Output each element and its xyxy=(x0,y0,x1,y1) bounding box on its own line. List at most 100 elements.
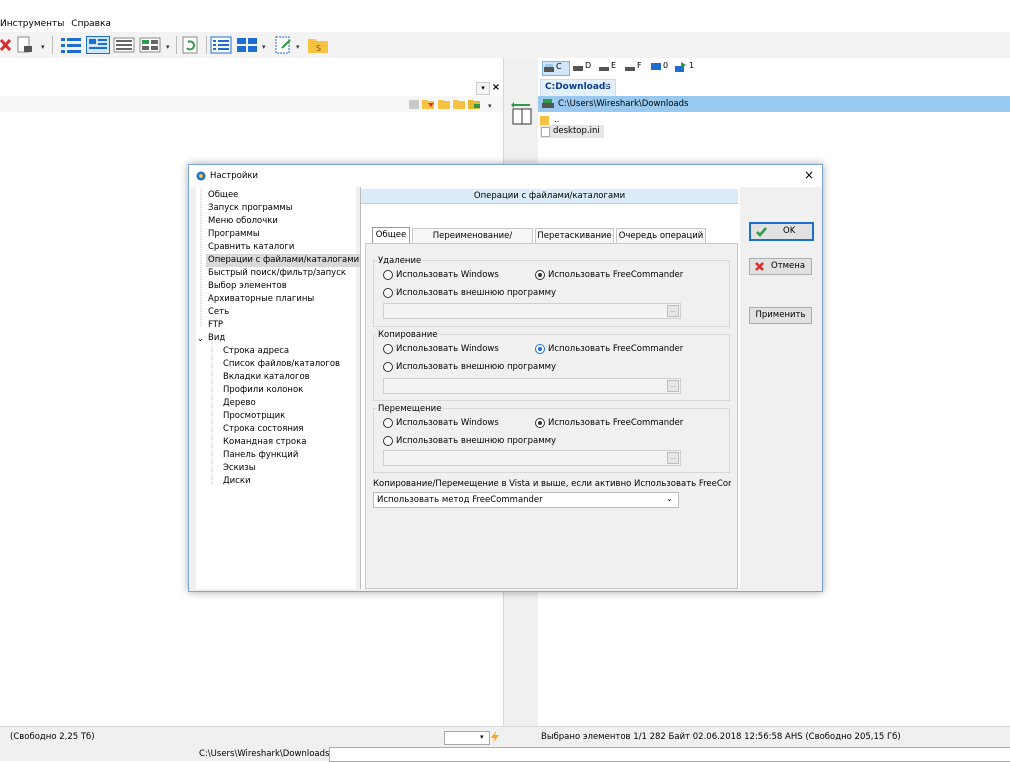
tree-item-view[interactable]: Вид xyxy=(208,332,225,345)
lightning-icon[interactable] xyxy=(489,731,501,743)
details-view-icon[interactable] xyxy=(86,36,110,54)
folder-toolbar-icons[interactable]: ▾ xyxy=(408,98,502,110)
filter-combo[interactable]: ▾ xyxy=(444,731,490,745)
drive-0-button[interactable]: 0 xyxy=(650,61,674,74)
tab-rename-create[interactable]: Переименование/Создание xyxy=(412,228,533,255)
tree-item-command-line[interactable]: Командная строка xyxy=(223,436,306,449)
drive-icon xyxy=(542,99,554,108)
address-bar[interactable]: C:\Users\Wireshark\Downloads xyxy=(538,96,1010,112)
chevron-down-icon: ⌄ xyxy=(666,494,673,503)
left-status-text: (Свободно 2,25 Тб) xyxy=(10,732,95,742)
command-input[interactable] xyxy=(329,747,1010,762)
cancel-button[interactable]: Отмена xyxy=(749,258,812,275)
tree-item-status-bar[interactable]: Строка состояния xyxy=(223,423,304,436)
drive-f-button[interactable]: F xyxy=(624,61,650,74)
tree-item-column-profiles[interactable]: Профили колонок xyxy=(223,384,303,397)
tree-item-address-bar[interactable]: Строка адреса xyxy=(223,345,289,358)
tree-item-tree[interactable]: Дерево xyxy=(223,397,256,410)
copy-external-radio[interactable] xyxy=(383,362,393,372)
move-program-field[interactable]: ... xyxy=(383,450,681,466)
tree-item-folder-tabs[interactable]: Вкладки каталогов xyxy=(223,371,310,384)
close-icon[interactable]: × xyxy=(804,168,814,182)
tree-item-quick-search[interactable]: Быстрый поиск/фильтр/запуск xyxy=(208,267,346,280)
tree-item-file-list[interactable]: Список файлов/каталогов xyxy=(223,358,340,371)
dialog-title: Настройки xyxy=(210,171,259,181)
apply-button[interactable]: Применить xyxy=(749,307,812,324)
copy-windows-radio[interactable] xyxy=(383,344,393,354)
tab-drag-drop[interactable]: Перетаскивание xyxy=(535,228,614,243)
tab-operation-queue[interactable]: Очередь операций xyxy=(616,228,706,243)
group-copy-label: Копирование xyxy=(377,330,439,340)
edit-document-icon[interactable] xyxy=(274,36,294,54)
tree-item-thumbnails[interactable]: Эскизы xyxy=(223,462,256,475)
copy-program-field[interactable]: ... xyxy=(383,378,681,394)
menu-tools[interactable]: Инструменты xyxy=(0,16,68,29)
drive-1-button[interactable]: 1 xyxy=(674,61,698,74)
chevron-down-icon[interactable]: ▾ xyxy=(296,43,300,51)
tab-downloads[interactable]: C:Downloads × xyxy=(540,79,616,96)
chevron-down-icon[interactable]: ▾ xyxy=(476,82,490,95)
tree-item-archive-plugins[interactable]: Архиваторные плагины xyxy=(208,293,314,306)
tree-item-network[interactable]: Сеть xyxy=(208,306,229,319)
tree-item-startup[interactable]: Запуск программы xyxy=(208,202,293,215)
drive-icon xyxy=(544,64,554,72)
tab-general[interactable]: Общее xyxy=(372,227,410,244)
drive-c-button[interactable]: C xyxy=(542,61,570,76)
tree-item-compare[interactable]: Сравнить каталоги xyxy=(208,241,294,254)
list-view-icon[interactable] xyxy=(113,36,135,54)
ok-button[interactable]: OK xyxy=(749,222,814,241)
copy-external-label: Использовать внешнюю программу xyxy=(396,362,557,372)
delete-external-radio[interactable] xyxy=(383,288,393,298)
search-file-icon[interactable] xyxy=(16,36,38,54)
chevron-down-icon[interactable]: ▾ xyxy=(166,43,170,51)
tree-item-file-operations[interactable]: Операции с файлами/каталогами xyxy=(206,254,362,267)
drive-icon xyxy=(573,66,583,71)
drive-d-button[interactable]: D xyxy=(572,61,598,74)
browse-button[interactable]: ... xyxy=(667,380,679,392)
tree-view-icon[interactable] xyxy=(60,36,82,54)
close-icon[interactable]: × xyxy=(490,82,502,93)
file-row-desktop-ini[interactable]: desktop.ini xyxy=(540,125,604,138)
drive-bar: C D E F 0 1 xyxy=(538,60,1010,76)
delete-program-field[interactable]: ... xyxy=(383,303,681,319)
browse-button[interactable]: ... xyxy=(667,452,679,464)
folder-s-icon[interactable]: S xyxy=(307,36,329,54)
checklist-icon[interactable] xyxy=(210,36,232,54)
tree-item-general[interactable]: Общее xyxy=(208,189,238,202)
layout-panels-icon[interactable] xyxy=(236,36,258,54)
tree-item-selection[interactable]: Выбор элементов xyxy=(208,280,287,293)
chevron-down-icon[interactable]: ⌄ xyxy=(197,332,204,345)
gear-icon xyxy=(196,171,206,181)
browse-button[interactable]: ... xyxy=(667,305,679,317)
copy-fc-radio[interactable] xyxy=(535,344,545,354)
tree-item-programs[interactable]: Программы xyxy=(208,228,260,241)
drive-e-button[interactable]: E xyxy=(598,61,624,74)
chevron-down-icon[interactable]: ▾ xyxy=(262,43,266,51)
refresh-icon[interactable] xyxy=(181,36,201,54)
toolbar-separator xyxy=(206,36,207,54)
delete-fc-radio[interactable] xyxy=(535,270,545,280)
delete-windows-radio[interactable] xyxy=(383,270,393,280)
menu-help[interactable]: Справка xyxy=(71,16,115,29)
status-bar: (Свободно 2,25 Тб) ▾ Выбрано элементов 1… xyxy=(0,726,1010,747)
settings-content: Операции с файлами/каталогами Общее Пере… xyxy=(360,187,740,589)
close-icon[interactable] xyxy=(0,36,12,54)
move-external-radio[interactable] xyxy=(383,436,393,446)
tree-item-drives[interactable]: Диски xyxy=(223,475,251,488)
move-windows-radio[interactable] xyxy=(383,418,393,428)
thumbnails-view-icon[interactable] xyxy=(139,36,161,54)
drive-icon xyxy=(625,67,635,71)
chevron-down-icon[interactable]: ▾ xyxy=(41,43,45,51)
swap-panels-icon[interactable] xyxy=(511,100,533,126)
tree-item-ftp[interactable]: FTP xyxy=(208,319,223,332)
tree-item-function-bar[interactable]: Панель функций xyxy=(223,449,298,462)
move-fc-radio[interactable] xyxy=(535,418,545,428)
delete-external-label: Использовать внешнюю программу xyxy=(396,288,557,298)
delete-fc-label: Использовать FreeCommander xyxy=(548,270,684,280)
tree-item-shell-menu[interactable]: Меню оболочки xyxy=(208,215,278,228)
tree-item-viewer[interactable]: Просмотрщик xyxy=(223,410,285,423)
close-tab-icon[interactable]: × xyxy=(603,81,611,91)
network-drive-icon xyxy=(675,62,686,72)
toolbar-separator xyxy=(52,36,53,54)
vista-method-select[interactable]: Использовать метод FreeCommander ⌄ xyxy=(373,492,679,508)
